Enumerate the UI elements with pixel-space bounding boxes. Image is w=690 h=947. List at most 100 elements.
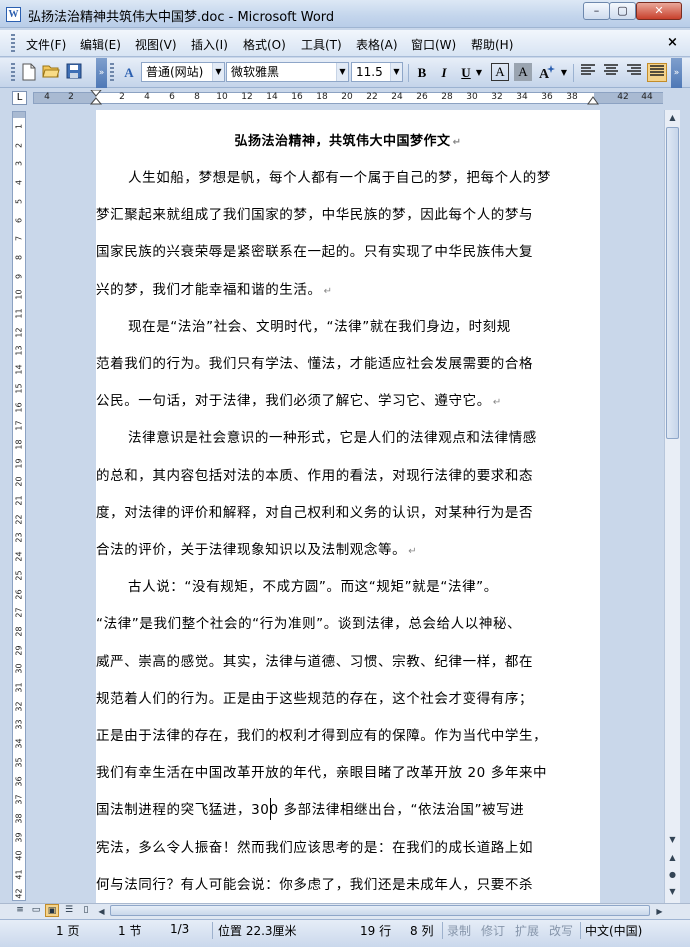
document-line[interactable]: 国法制进程的突飞猛进，300 多部法律相继出台，“依法治国”被写进 (96, 798, 524, 818)
new-document-icon[interactable] (19, 63, 39, 83)
normal-view-icon[interactable]: ≡ (13, 904, 27, 917)
close-window-button[interactable]: ✕ (636, 2, 682, 20)
bold-button[interactable]: B (412, 63, 432, 83)
document-page[interactable]: 弘扬法治精神，共筑伟大中国梦作文 ↵ 人生如船，梦想是帆，每个人都有一个属于自己的… (96, 110, 600, 903)
maximize-button[interactable]: ▢ (609, 2, 636, 20)
ruler-tick: 23 (14, 532, 24, 543)
select-browse-object-icon[interactable]: ● (666, 868, 679, 882)
align-right-icon[interactable] (624, 63, 644, 83)
open-folder-icon[interactable] (41, 63, 61, 83)
print-layout-view-icon[interactable]: ▣ (45, 904, 59, 917)
document-line[interactable]: 古人说：“没有规矩，不成方圆”。而这“规矩”就是“法律”。 (128, 575, 498, 595)
right-indent-marker[interactable] (587, 96, 599, 105)
align-left-icon[interactable] (578, 63, 598, 83)
chevron-down-icon[interactable]: ▼ (336, 63, 348, 81)
save-icon[interactable] (64, 63, 84, 83)
close-document-button[interactable]: × (667, 35, 678, 50)
menu-format[interactable]: 格式(O) (243, 36, 286, 53)
font-select-value: 微软雅黑 (231, 65, 280, 79)
document-line[interactable]: 的总和，其内容包括对法的本质、作用的看法，对现行法律的要求和态 (96, 464, 533, 484)
underline-dropdown-chevron-icon[interactable]: ▼ (474, 63, 484, 83)
document-line-text: 的总和，其内容包括对法的本质、作用的看法，对现行法律的要求和态 (96, 467, 534, 484)
word-doc-icon[interactable]: W (6, 7, 21, 22)
text-effects-chevron-down-icon[interactable]: ▼ (559, 63, 569, 83)
scroll-down-arrow-icon[interactable]: ▼ (666, 833, 679, 847)
document-line[interactable]: 宪法，多么令人振奋！然而我们应该思考的是：在我们的成长道路上如 (96, 836, 533, 856)
document-line[interactable]: 规范着人们的行为。正是由于这些规范的存在，这个社会才变得有序； (96, 687, 533, 707)
menu-file[interactable]: 文件(F) (26, 36, 66, 53)
chevron-down-icon[interactable]: ▼ (390, 63, 402, 81)
text-effects-icon[interactable]: A (537, 63, 557, 83)
menu-edit[interactable]: 编辑(E) (80, 36, 121, 53)
font-size-select[interactable]: 11.5 ▼ (351, 62, 403, 82)
ruler-tick: 20 (341, 92, 353, 102)
document-line[interactable]: 正是由于法律的存在，我们的权利才得到应有的保障。作为当代中学生， (96, 724, 547, 744)
tab-stop-selector[interactable]: L (12, 91, 27, 105)
toolbar-overflow-chevron-icon[interactable]: » (96, 58, 107, 88)
document-line-text: 度，对法律的评价和解释，对自己权利和义务的认识，对某种行为是否 (96, 504, 534, 521)
document-line[interactable]: 范着我们的行为。我们只有学法、懂法，才能适应社会发展需要的合格 (96, 352, 533, 372)
underline-button[interactable]: U (456, 63, 476, 83)
document-area[interactable]: 弘扬法治精神，共筑伟大中国梦作文 ↵ 人生如船，梦想是帆，每个人都有一个属于自己的… (32, 110, 664, 903)
scroll-right-arrow-icon[interactable]: ▶ (653, 905, 666, 919)
horizontal-scroll-thumb[interactable] (110, 905, 650, 916)
web-view-icon[interactable]: ▭ (29, 904, 43, 917)
status-record[interactable]: 录制 (447, 922, 471, 939)
menu-tools[interactable]: 工具(T) (301, 36, 342, 53)
italic-button[interactable]: I (434, 63, 454, 83)
outline-view-icon[interactable]: ☰ (62, 904, 76, 917)
vertical-ruler[interactable]: 1 2 3 4 5 6 7 8 9 10 11 12 13 14 15 16 17 18 19 20 21 22 23 24 2… (12, 111, 26, 901)
minimize-button[interactable]: – (583, 2, 610, 20)
document-line[interactable]: 兴的梦，我们才能幸福和谐的生活。 ↵ (96, 278, 333, 298)
status-overtype[interactable]: 改写 (549, 922, 573, 939)
style-select[interactable]: 普通(网站) ▼ (141, 62, 225, 82)
document-line[interactable]: 公民。一句话，对于法律，我们必须了解它、学习它、遵守它。 ↵ (96, 389, 502, 409)
document-line[interactable]: 合法的评价，关于法律现象知识以及法制观念等。 ↵ (96, 538, 417, 558)
horizontal-ruler[interactable]: 4 2 2 4 6 8 10 12 14 16 18 20 22 24 26 2… (33, 90, 663, 106)
menu-grip[interactable] (11, 34, 15, 52)
character-shading-button[interactable]: A (514, 63, 532, 81)
scroll-left-arrow-icon[interactable]: ◀ (95, 905, 108, 919)
vertical-scrollbar[interactable]: ▲ ▼ ▲ ● ▼ (664, 110, 680, 903)
menu-help[interactable]: 帮助(H) (471, 36, 513, 53)
previous-page-icon[interactable]: ▲ (666, 851, 679, 865)
next-page-icon[interactable]: ▼ (666, 885, 679, 899)
status-separator (580, 922, 581, 939)
ruler-tick: 1 (14, 123, 24, 130)
chevron-down-icon[interactable]: ▼ (212, 63, 224, 81)
toolbar-grip[interactable] (11, 63, 15, 83)
ruler-tick: 7 (14, 236, 24, 242)
menu-window[interactable]: 窗口(W) (411, 36, 456, 53)
vertical-scroll-thumb[interactable] (666, 127, 679, 439)
document-line[interactable]: 威严、崇高的感觉。其实，法律与道德、习惯、宗教、纪律一样，都在 (96, 650, 533, 670)
ruler-tick: 24 (391, 92, 403, 102)
first-line-indent-marker[interactable] (90, 90, 102, 106)
status-language[interactable]: 中文(中国) (585, 922, 642, 939)
align-center-icon[interactable] (601, 63, 621, 83)
document-line[interactable]: 现在是“法治”社会、文明时代，“法律”就在我们身边，时刻规 (128, 315, 511, 335)
document-line[interactable]: 度，对法律的评价和解释，对自己权利和义务的认识，对某种行为是否 (96, 501, 533, 521)
ruler-tick: 20 (14, 476, 24, 487)
ruler-tick: 33 (14, 719, 24, 730)
document-line[interactable]: 何与法同行？有人可能会说：你多虑了，我们还是未成年人，只要不杀 (96, 873, 533, 893)
document-line[interactable]: 梦汇聚起来就组成了我们国家的梦，中华民族的梦，因此每个人的梦与 (96, 203, 533, 223)
document-line[interactable]: 我们有幸生活在中国改革开放的年代，亲眼目睹了改革开放 20 多年来中 (96, 761, 547, 781)
menu-view[interactable]: 视图(V) (135, 36, 177, 53)
menu-insert[interactable]: 插入(I) (191, 36, 228, 53)
reading-view-icon[interactable]: ▯ (79, 904, 93, 917)
document-line[interactable]: 人生如船，梦想是帆，每个人都有一个属于自己的梦，把每个人的梦 (128, 166, 551, 186)
toolbar-grip-2[interactable] (110, 63, 114, 83)
font-select[interactable]: 微软雅黑 ▼ (226, 62, 349, 82)
toolbar-overflow-chevron-icon[interactable]: » (671, 58, 682, 88)
character-border-button[interactable]: A (491, 63, 509, 81)
menu-table[interactable]: 表格(A) (356, 36, 398, 53)
document-line[interactable]: 法律意识是社会意识的一种形式，它是人们的法律观点和法律情感 (128, 426, 537, 446)
status-track-changes[interactable]: 修订 (481, 922, 505, 939)
ruler-tick: 16 (291, 92, 303, 102)
document-line[interactable]: 国家民族的兴衰荣辱是紧密联系在一起的。只有实现了中华民族伟大复 (96, 240, 533, 260)
document-line[interactable]: “法律”是我们整个社会的“行为准则”。谈到法律，总会给人以神秘、 (96, 612, 521, 632)
status-extend[interactable]: 扩展 (515, 922, 539, 939)
justify-icon[interactable] (647, 63, 667, 82)
styles-pane-icon[interactable]: A (119, 63, 139, 83)
scroll-up-arrow-icon[interactable]: ▲ (666, 111, 679, 125)
